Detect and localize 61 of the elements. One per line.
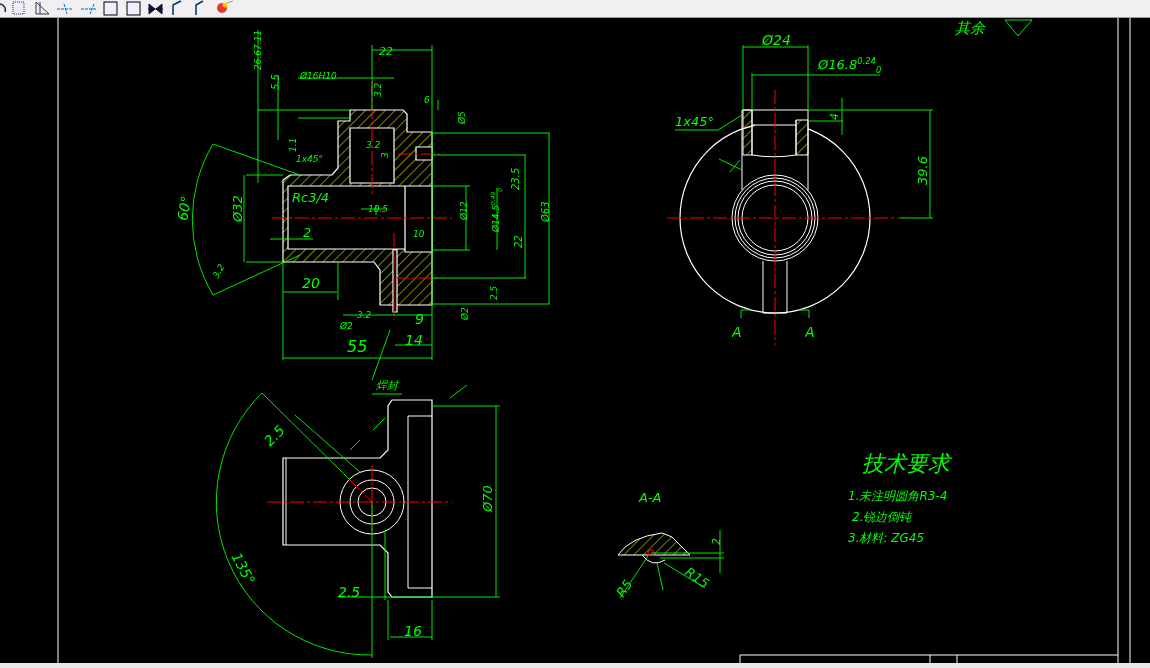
triangle-ruler-icon[interactable] (35, 1, 50, 15)
dimension-label: Ø16H10 (300, 71, 337, 83)
dimension-label: 16 (404, 623, 422, 639)
dimension-label: 60° (173, 194, 196, 222)
square-icon[interactable] (103, 1, 118, 16)
dimension-label: 4 (827, 113, 842, 120)
dimension-label: R15 (682, 564, 712, 592)
dimension-label: Ø2 (340, 321, 353, 333)
dimension-label: 2 (710, 538, 723, 545)
circle-tool-icon[interactable] (0, 3, 7, 13)
dimension-label: Ø32 (230, 195, 247, 222)
dimension-label: 2 (303, 225, 312, 242)
dimension-label: A (732, 322, 742, 341)
dimension-label: 3.2 (373, 82, 385, 97)
dashed-line-icon[interactable] (56, 3, 74, 15)
section-title: A-A (639, 490, 662, 505)
dimension-label: Ø12 (459, 201, 471, 220)
requirement-item: 1.未注明圆角R3-4 (848, 489, 948, 503)
dimension-label: 3.2 (366, 140, 381, 152)
dimension-label: 20 (302, 273, 320, 292)
dimension-label: 3.2 (357, 310, 372, 322)
square-icon[interactable] (126, 1, 141, 16)
dimension-label: 1x45° (296, 154, 323, 166)
dimension-label: 3.2 (211, 262, 228, 281)
dotted-box-icon[interactable] (12, 1, 25, 15)
dimension-label: A (805, 322, 815, 341)
slash-icon[interactable] (195, 0, 204, 16)
dimension-label: 9 (415, 309, 424, 328)
dimension-label: 22 (512, 235, 525, 248)
dimension-label: 55 (347, 337, 368, 358)
dimension-label: 39.6 (915, 156, 932, 185)
dimension-label: 3 (380, 152, 392, 158)
dimension-label: Ø2 (460, 307, 472, 320)
bow-tie-icon[interactable] (147, 3, 164, 15)
requirements-title: 技术要求 (862, 451, 950, 476)
dimension-label: 5.5 (269, 74, 282, 90)
dimension-label: Ø24 (762, 30, 791, 49)
requirement-item: 3.材料: ZG45 (848, 531, 925, 545)
dimension-label: R5 (613, 576, 636, 600)
dimension-label: Ø70 (480, 485, 495, 512)
dimension-label: 23.5 (509, 167, 522, 190)
requirement-item: 2.锐边倒钝 (852, 510, 912, 524)
dimension-label: Ø5 (457, 111, 469, 124)
dimension-label: 2.5 (489, 285, 501, 300)
dimension-label: Rc3/4 (292, 190, 330, 207)
dimension-label: 14 (405, 330, 423, 349)
dimension-label: 10 (413, 229, 425, 241)
sparkle-icon[interactable] (217, 0, 234, 13)
dimension-label: 6 (424, 95, 430, 107)
dimension-label: 10.5 (368, 204, 389, 216)
dimension-label: 1x45° (675, 114, 714, 131)
dimension-label: 其余 (955, 18, 985, 38)
dimension-label: 1.1 (288, 137, 300, 152)
slash-icon[interactable] (172, 0, 182, 16)
dimension-label: 2.5 (260, 422, 288, 450)
dimension-label: 22 (379, 44, 393, 59)
dimension-label: 2.5 (338, 584, 361, 600)
dimension-label: 焊封 (376, 378, 398, 393)
dimension-label: 26.67.11 (253, 29, 265, 70)
dashed-slant-icon[interactable] (80, 3, 98, 15)
dimension-label: Ø63 (539, 201, 552, 222)
